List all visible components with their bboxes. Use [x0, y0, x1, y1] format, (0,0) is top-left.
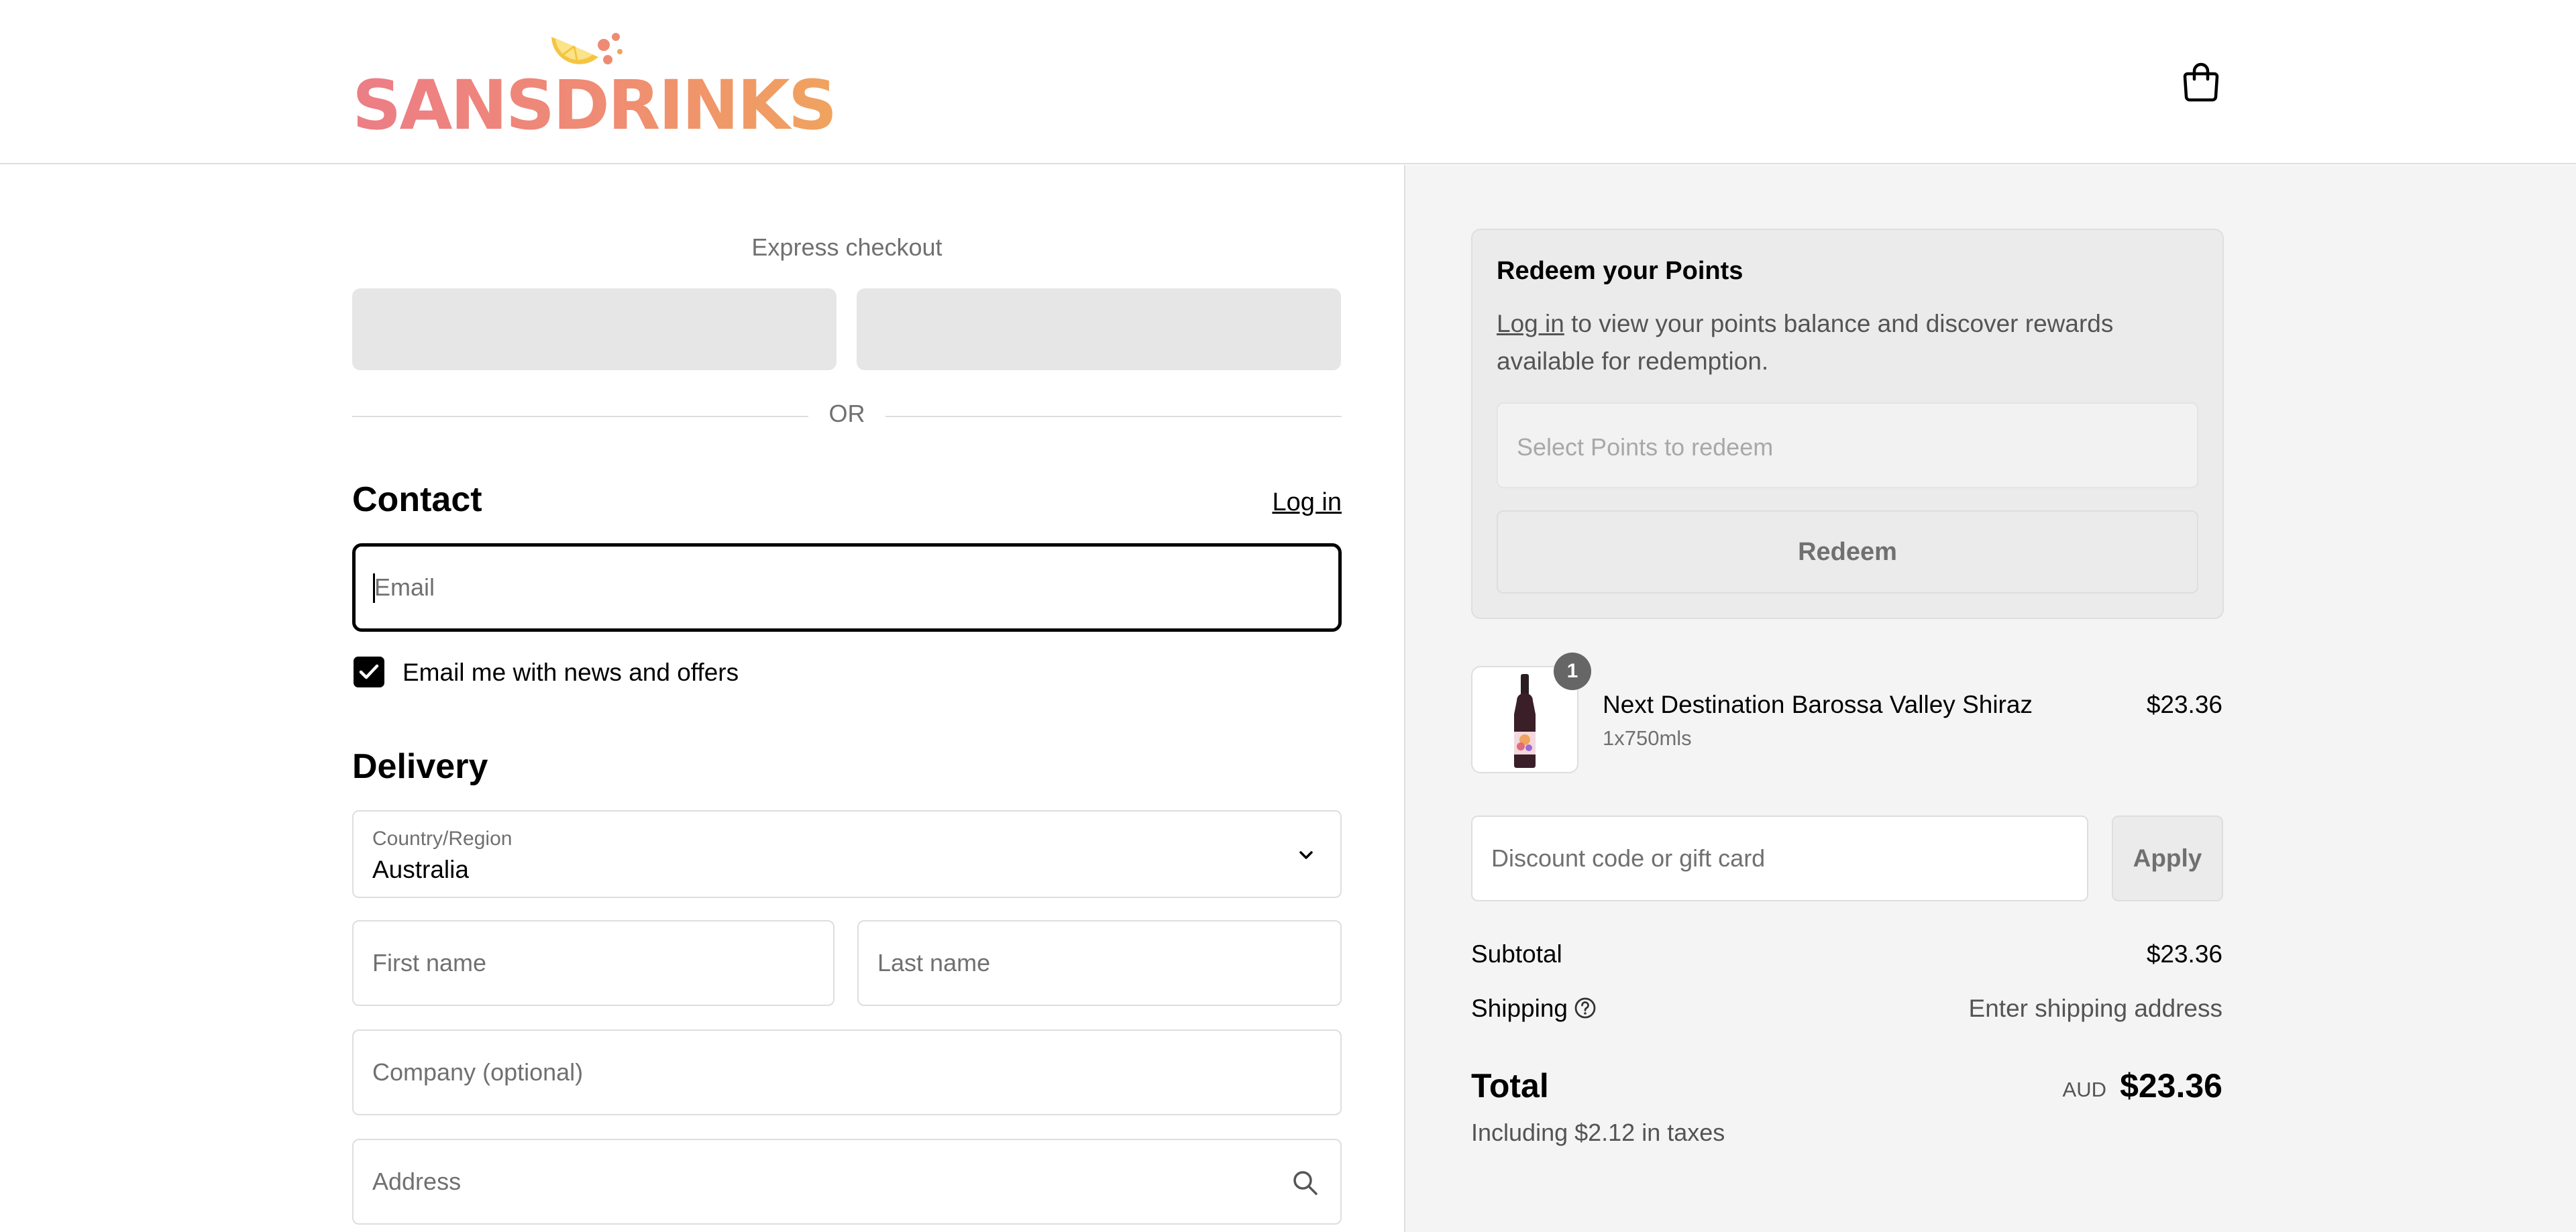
divider-line-right [885, 416, 1342, 417]
marketing-checkbox[interactable] [354, 657, 384, 687]
redeem-points-panel: Redeem your Points Log in to view your p… [1471, 229, 2224, 619]
site-header: SANSDRINKS [0, 0, 2576, 164]
discount-code-field[interactable]: Discount code or gift card [1471, 816, 2088, 901]
shipping-value: Enter shipping address [1968, 995, 2222, 1022]
quantity-badge: 1 [1554, 653, 1591, 690]
first-name-field[interactable]: First name [352, 920, 835, 1006]
first-name-placeholder: First name [372, 949, 487, 976]
logo-wordmark: SANSDRINKS [352, 66, 837, 146]
company-placeholder: Company (optional) [372, 1058, 584, 1086]
points-select-placeholder: Select Points to redeem [1517, 433, 1774, 461]
address-field[interactable]: Address [352, 1139, 1342, 1225]
total-currency: AUD [2062, 1078, 2106, 1101]
marketing-checkbox-label: Email me with news and offers [402, 659, 739, 686]
delivery-heading: Delivery [352, 747, 488, 786]
shopping-bag-icon [2183, 62, 2219, 102]
redeem-points-description: Log in to view your points balance and d… [1497, 305, 2201, 380]
redeem-button[interactable]: Redeem [1497, 510, 2198, 594]
or-divider: OR [352, 400, 1342, 433]
apply-discount-button[interactable]: Apply [2112, 816, 2223, 901]
last-name-field[interactable]: Last name [857, 920, 1342, 1006]
express-pay-button-2[interactable] [857, 288, 1341, 370]
discount-placeholder: Discount code or gift card [1491, 844, 1766, 872]
country-value: Australia [372, 856, 469, 883]
total-value: $23.36 [2120, 1067, 2222, 1105]
product-name: Next Destination Barossa Valley Shiraz [1603, 691, 2033, 718]
subtotal-value: $23.36 [2146, 940, 2222, 968]
address-placeholder: Address [372, 1168, 462, 1195]
search-icon [1293, 1171, 1318, 1195]
login-link[interactable]: Log in [1272, 488, 1342, 517]
company-field[interactable]: Company (optional) [352, 1029, 1342, 1115]
subtotal-label: Subtotal [1471, 940, 1562, 968]
cart-button[interactable] [2182, 60, 2220, 102]
last-name-placeholder: Last name [877, 949, 991, 976]
points-login-link[interactable]: Log in [1497, 310, 1564, 337]
checkmark-icon [359, 664, 379, 679]
contact-heading: Contact [352, 480, 482, 519]
shipping-label: Shipping [1471, 995, 1568, 1022]
country-select[interactable]: Country/Region Australia [352, 810, 1342, 898]
taxes-note: Including $2.12 in taxes [1471, 1119, 1725, 1146]
product-variant: 1x750mls [1603, 726, 1692, 750]
express-checkout-label: Express checkout [751, 233, 943, 261]
or-text: OR [828, 400, 865, 427]
sansdrinks-logo[interactable]: SANSDRINKS [352, 30, 837, 140]
total-label: Total [1471, 1067, 1549, 1105]
product-price: $23.36 [2146, 691, 2222, 718]
redeem-points-title: Redeem your Points [1497, 257, 1743, 285]
chevron-down-icon [1299, 851, 1313, 859]
email-placeholder: Email [374, 573, 435, 601]
express-pay-button-1[interactable] [352, 288, 837, 370]
help-circle-icon[interactable] [1573, 996, 1597, 1020]
email-field[interactable]: Email [352, 543, 1342, 632]
country-label: Country/Region [372, 828, 513, 850]
points-select[interactable]: Select Points to redeem [1497, 402, 2198, 488]
points-description-text: to view your points balance and discover… [1497, 310, 2114, 375]
